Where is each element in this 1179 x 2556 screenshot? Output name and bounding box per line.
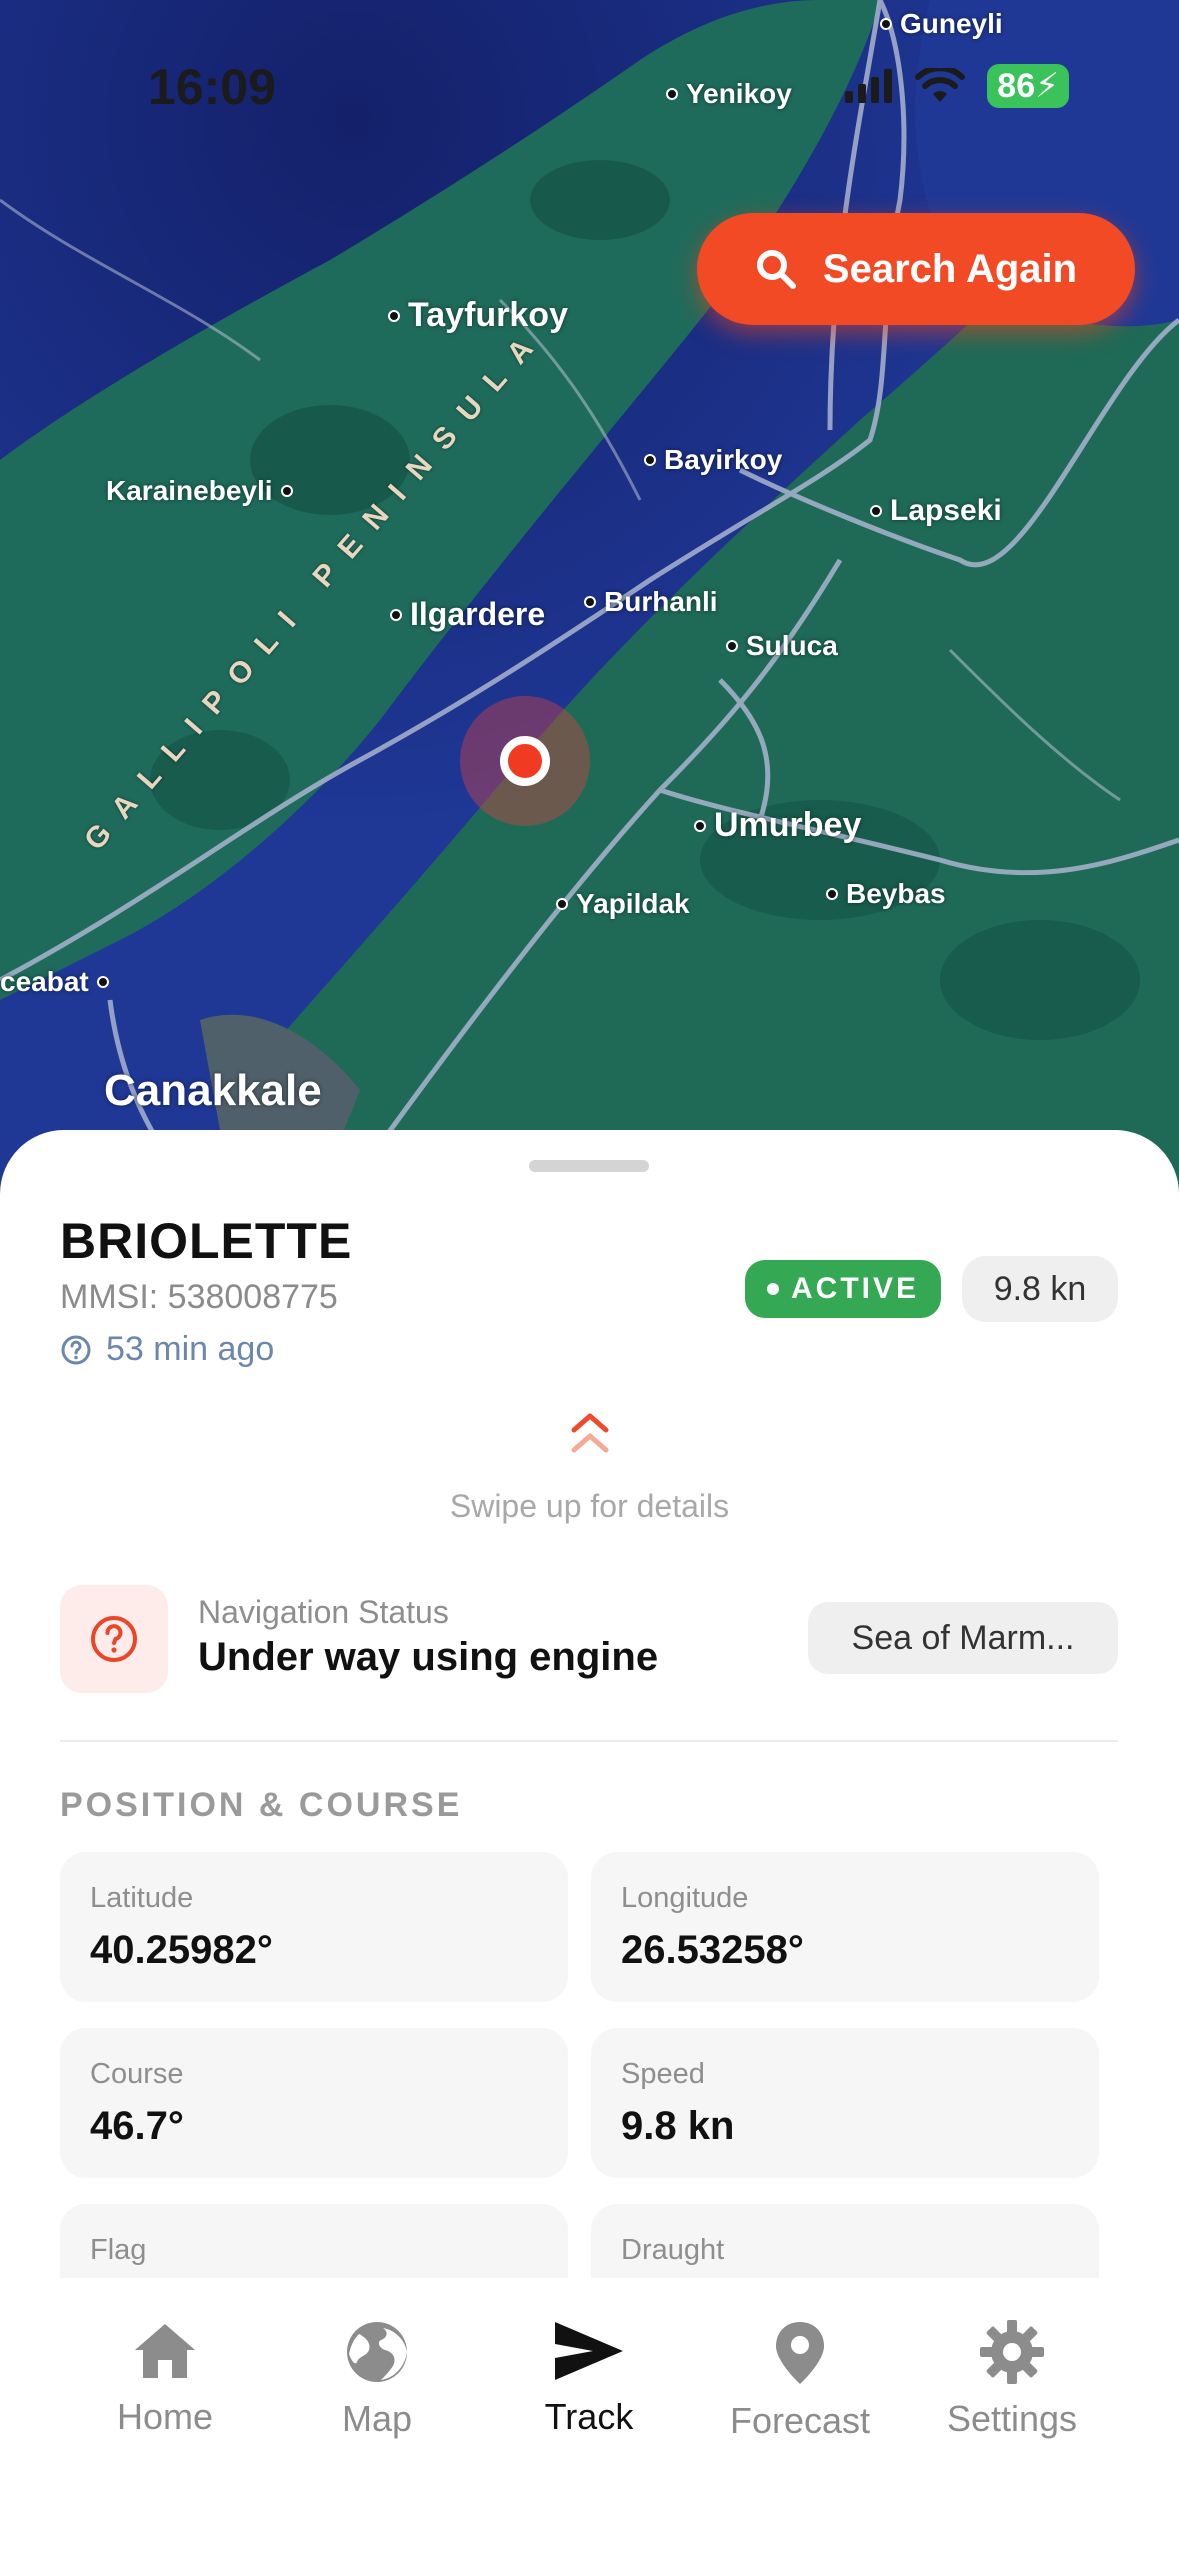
tab-map[interactable]: Map xyxy=(267,2320,487,2440)
navigation-status-label: Navigation Status xyxy=(198,1594,449,1630)
chevron-up-icon[interactable] xyxy=(568,1410,612,1456)
status-time: 16:09 xyxy=(148,59,276,115)
place-canakkale: Canakkale xyxy=(104,1066,322,1115)
search-again-label: Search Again xyxy=(822,246,1078,291)
tab-label: Forecast xyxy=(729,2400,871,2441)
card-speed: Speed 9.8 kn xyxy=(591,2028,1099,2178)
card-value: 9.8 kn xyxy=(621,2104,735,2148)
sheet-grabber[interactable] xyxy=(529,1160,649,1172)
tab-label: Track xyxy=(544,2396,634,2437)
card-label: Latitude xyxy=(90,1882,194,1914)
status-icons: 86⚡ xyxy=(845,64,1069,108)
status-badge: ACTIVE xyxy=(745,1260,941,1318)
wifi-icon xyxy=(915,68,966,102)
place-suluca: Suluca xyxy=(726,630,838,662)
region-chip[interactable]: Sea of Marm... xyxy=(808,1602,1118,1674)
card-value: 26.53258° xyxy=(621,1928,804,1972)
swipe-hint: Swipe up for details xyxy=(449,1488,730,1524)
card-course: Course 46.7° xyxy=(60,2028,568,2178)
cellular-signal-icon xyxy=(845,69,893,103)
speed-badge: 9.8 kn xyxy=(962,1256,1118,1322)
place-karainebeyli: Karainebeyli xyxy=(106,475,293,507)
card-longitude: Longitude 26.53258° xyxy=(591,1852,1099,2002)
place-guneyli: Guneyli xyxy=(880,8,1003,40)
card-label: Speed xyxy=(621,2058,705,2090)
battery-indicator: 86⚡ xyxy=(987,64,1069,108)
tab-label: Settings xyxy=(946,2398,1078,2439)
globe-icon xyxy=(347,2322,407,2382)
tab-forecast[interactable]: Forecast xyxy=(690,2320,910,2442)
vessel-mmsi: MMSI: 538008775 xyxy=(60,1278,338,1316)
place-burhanli: Burhanli xyxy=(584,586,718,618)
location-pin-icon xyxy=(776,2322,824,2384)
card-label: Draught xyxy=(621,2234,725,2266)
navigation-status-value: Under way using engine xyxy=(198,1635,659,1679)
card-label: Flag xyxy=(90,2234,147,2266)
last-updated: 53 min ago xyxy=(60,1330,274,1369)
vessel-marker[interactable] xyxy=(500,736,550,786)
question-circle-icon xyxy=(61,1335,91,1364)
card-value: 40.25982° xyxy=(90,1928,273,1972)
navigation-status-icon-box xyxy=(60,1585,168,1693)
search-again-button[interactable]: Search Again xyxy=(697,213,1135,325)
card-value: 46.7° xyxy=(90,2104,184,2148)
home-icon xyxy=(135,2324,195,2378)
send-icon xyxy=(555,2322,623,2380)
last-updated-text: 53 min ago xyxy=(106,1330,275,1368)
tab-label: Map xyxy=(341,2398,413,2439)
tab-bar: Home Map Track Forecast Settings xyxy=(0,2278,1179,2556)
vessel-name: BRIOLETTE xyxy=(60,1213,353,1269)
gear-icon xyxy=(980,2320,1044,2384)
card-label: Longitude xyxy=(621,1882,749,1914)
place-lapseki: Lapseki xyxy=(870,494,1002,528)
place-yapildak: Yapildak xyxy=(556,888,690,920)
map-view[interactable]: GALLIPOLI PENINSULA Guneyli Yenikoy Tayf… xyxy=(0,0,1179,1200)
tab-track[interactable]: Track xyxy=(479,2320,699,2438)
charging-bolt-icon: ⚡ xyxy=(1035,67,1059,105)
place-ilgardere: Ilgardere xyxy=(390,596,545,633)
divider xyxy=(60,1740,1118,1742)
place-beybas: Beybas xyxy=(826,878,946,910)
vessel-detail-sheet[interactable]: BRIOLETTE MMSI: 538008775 53 min ago ACT… xyxy=(0,1130,1179,2290)
card-label: Course xyxy=(90,2058,184,2090)
card-latitude: Latitude 40.25982° xyxy=(60,1852,568,2002)
place-ceabat: ceabat xyxy=(0,966,109,998)
search-icon xyxy=(756,250,796,289)
tab-label: Home xyxy=(116,2396,214,2437)
tab-settings[interactable]: Settings xyxy=(902,2320,1122,2440)
tab-home[interactable]: Home xyxy=(55,2320,275,2438)
section-title-position: POSITION & COURSE xyxy=(60,1786,463,1824)
place-umurbey: Umurbey xyxy=(694,806,861,845)
place-bayirkoy: Bayirkoy xyxy=(644,444,782,476)
place-yenikoy: Yenikoy xyxy=(666,78,792,110)
question-circle-icon xyxy=(91,1616,137,1662)
place-tayfurkoy: Tayfurkoy xyxy=(388,296,568,335)
